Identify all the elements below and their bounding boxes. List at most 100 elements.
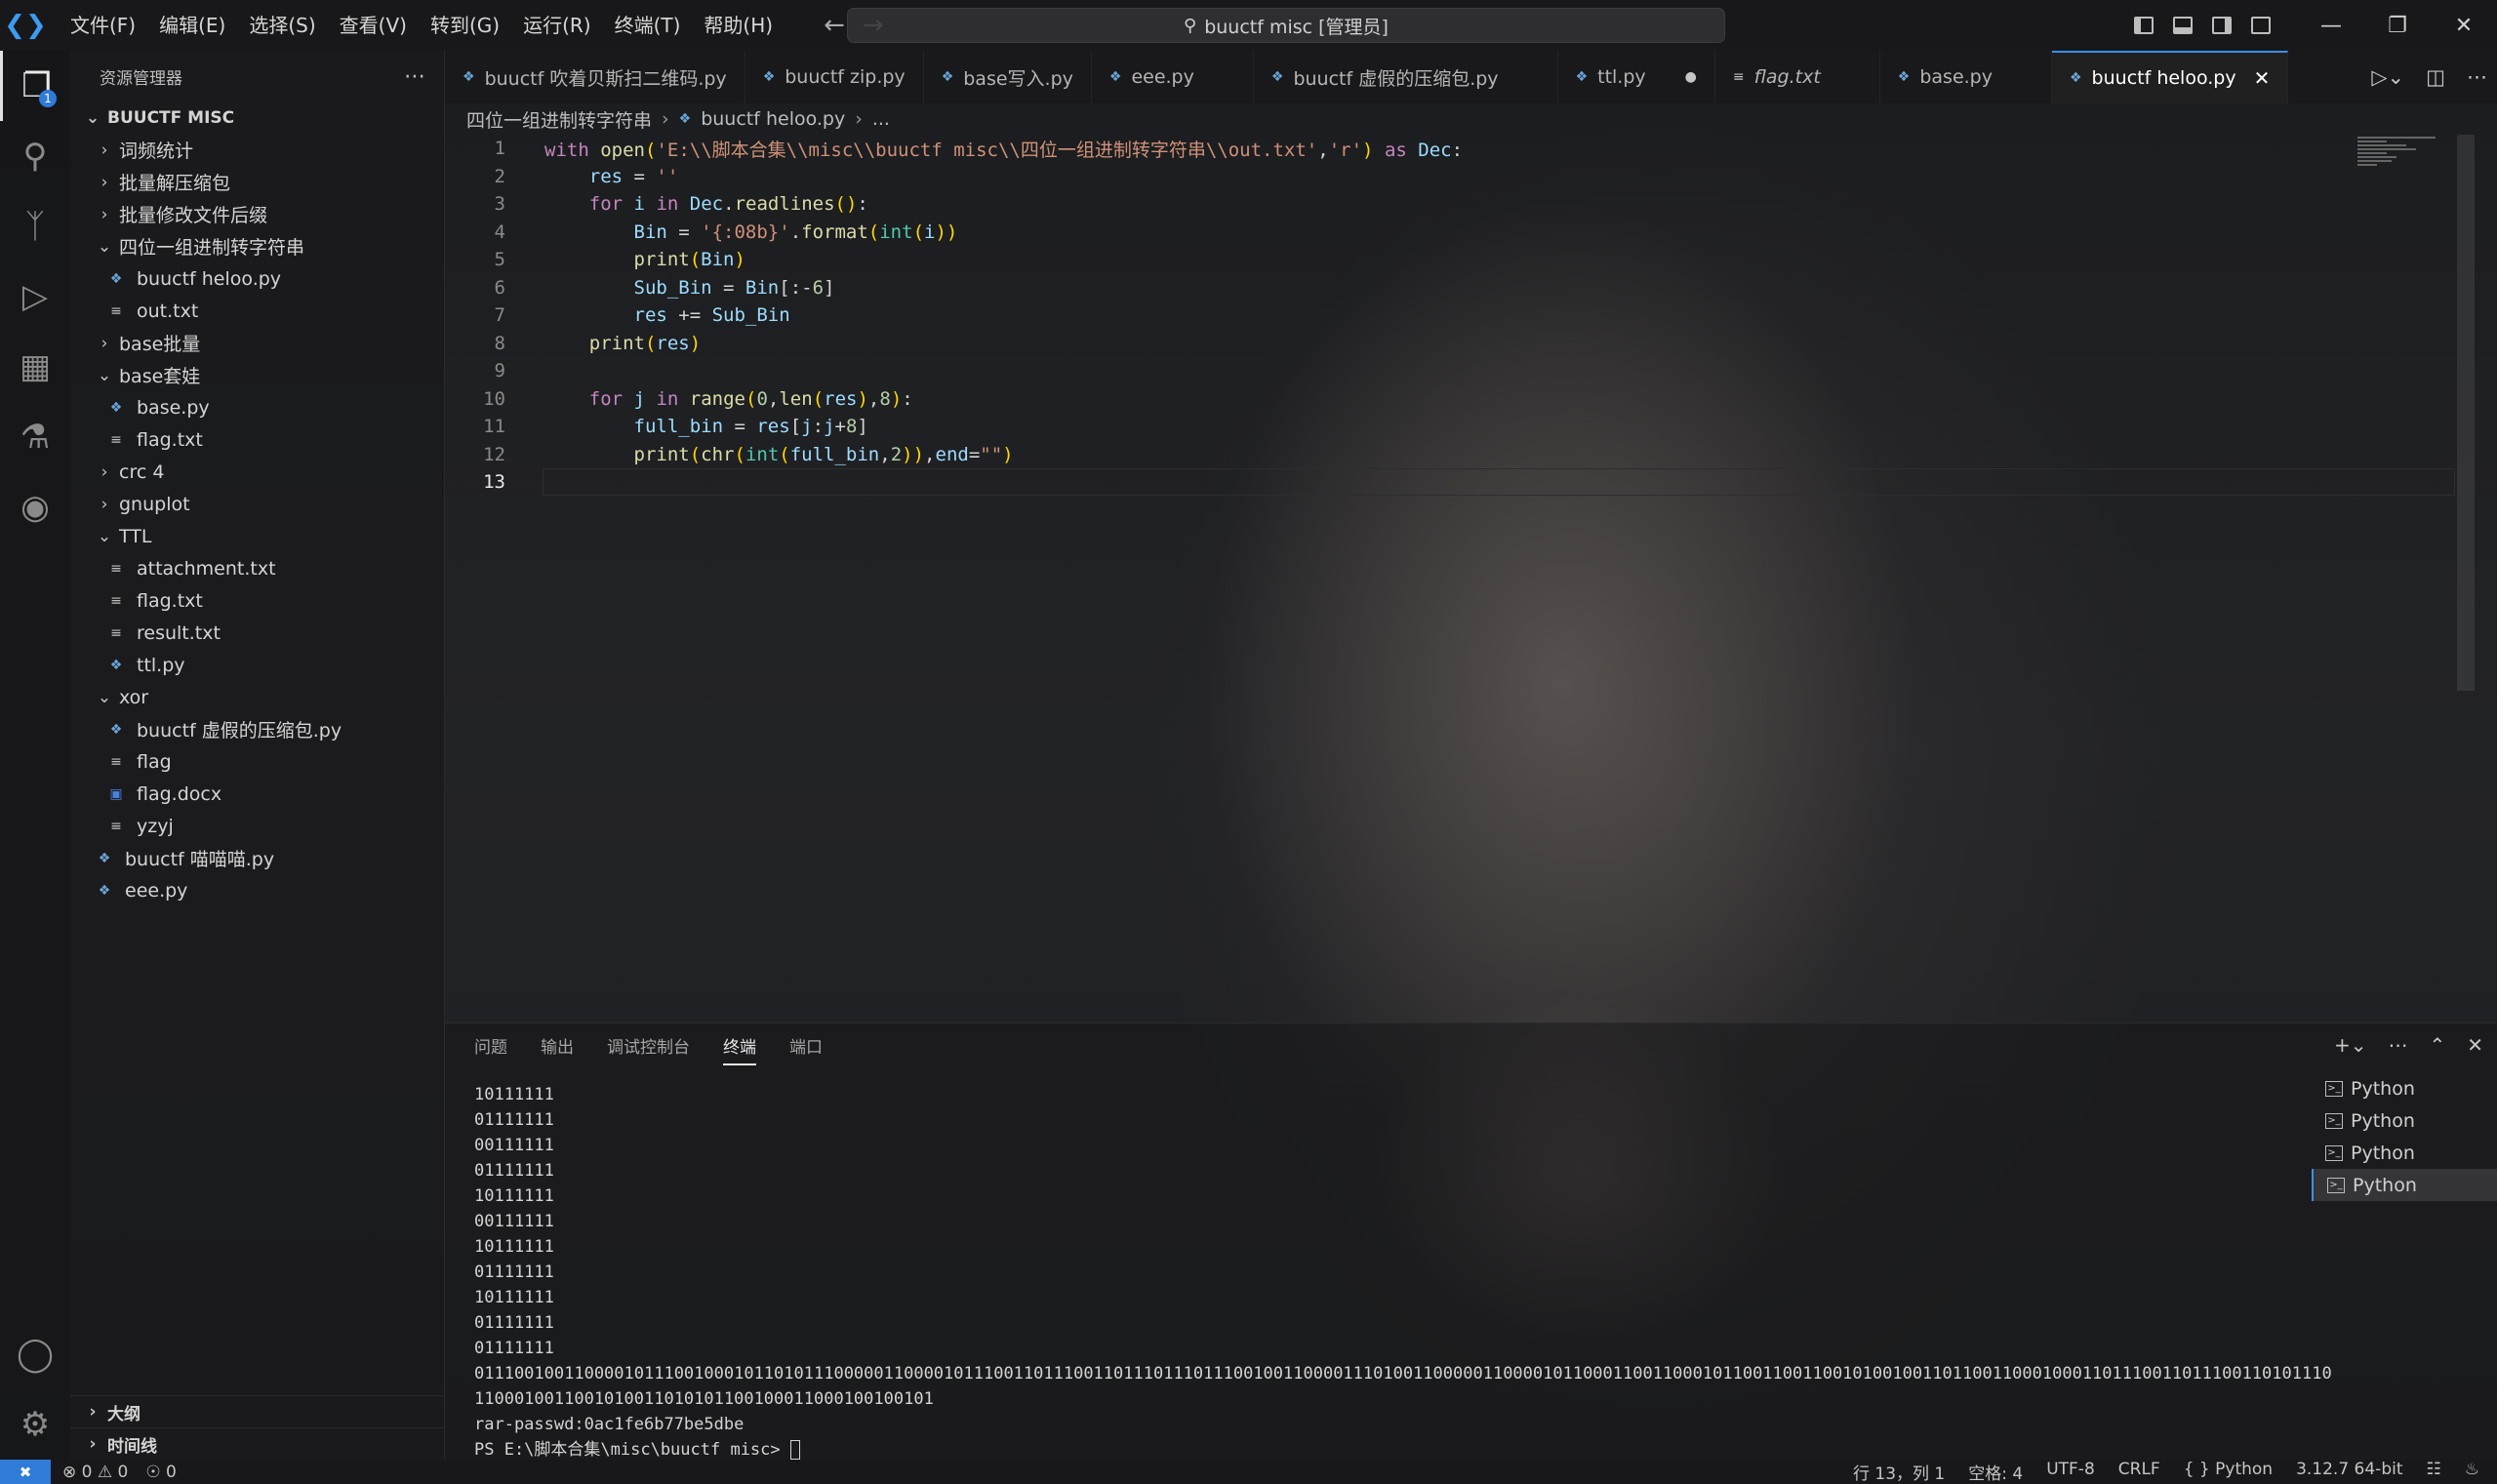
editor-tab[interactable]: ≡ flag.txt xyxy=(1715,51,1880,103)
panel-tab[interactable]: 终端 xyxy=(723,1033,756,1065)
terminal-instance[interactable]: >_ Python xyxy=(2312,1072,2497,1104)
account-icon[interactable]: ◯ xyxy=(0,1319,70,1389)
code-line[interactable]: 8 print(res) xyxy=(445,330,2475,358)
copilot-icon[interactable]: ☷ xyxy=(2427,1460,2441,1484)
menu-item[interactable]: 查看(V) xyxy=(328,0,419,51)
more-actions-icon[interactable]: ⋯ xyxy=(404,64,426,89)
back-arrow-icon[interactable]: ← xyxy=(824,11,845,40)
panel-tab[interactable]: 端口 xyxy=(789,1033,823,1065)
breadcrumb-file[interactable]: buuctf heloo.py xyxy=(701,108,845,130)
command-center[interactable]: ⚲ buuctf misc [管理员] xyxy=(847,8,1725,43)
tree-folder[interactable]: › 批量解压缩包 xyxy=(70,166,444,198)
breadcrumb-folder[interactable]: 四位一组进制转字符串 xyxy=(466,106,652,133)
menu-item[interactable]: 编辑(E) xyxy=(147,0,237,51)
settings-gear-icon[interactable]: ⚙ xyxy=(0,1389,70,1460)
code-line[interactable]: 1 with open('E:\\脚本合集\\misc\\buuctf misc\… xyxy=(445,135,2475,163)
tree-file[interactable]: ≡ result.txt xyxy=(70,617,444,649)
tree-file[interactable]: ≡ flag.txt xyxy=(70,423,444,456)
code-line[interactable]: 6 Sub_Bin = Bin[:-6] xyxy=(445,274,2475,302)
explorer-icon[interactable]: ❐ 1 xyxy=(0,51,70,121)
search-view-icon[interactable]: ⚲ xyxy=(0,121,70,191)
end-of-line[interactable]: CRLF xyxy=(2118,1460,2160,1484)
code-line[interactable]: 2 res = '' xyxy=(445,163,2475,191)
tree-folder[interactable]: › 词频统计 xyxy=(70,134,444,166)
code-line[interactable]: 4 Bin = '{:08b}'.format(int(i)) xyxy=(445,219,2475,247)
unsaved-dot-icon[interactable]: ● xyxy=(1685,69,1697,85)
source-control-icon[interactable]: ᛉ xyxy=(0,191,70,261)
breadcrumb-symbol[interactable]: ... xyxy=(872,108,890,130)
tree-folder[interactable]: › gnuplot xyxy=(70,488,444,520)
code-line[interactable]: 12 print(chr(int(full_bin,2)),end="") xyxy=(445,441,2475,469)
tree-folder[interactable]: ⌄ xor xyxy=(70,681,444,713)
tree-file[interactable]: ▣ flag.docx xyxy=(70,778,444,810)
more-editor-actions-icon[interactable]: ⋯ xyxy=(2467,65,2487,89)
restore-icon[interactable]: ❐ xyxy=(2364,0,2431,51)
cursor-position[interactable]: 行 13，列 1 xyxy=(1853,1460,1945,1484)
minimize-icon[interactable]: — xyxy=(2298,0,2364,51)
close-window-icon[interactable]: ✕ xyxy=(2431,0,2497,51)
more-panel-actions-icon[interactable]: ⋯ xyxy=(2388,1033,2407,1057)
code-line[interactable]: 9 xyxy=(445,357,2475,385)
notifications-bell-icon[interactable]: ♨ xyxy=(2465,1460,2479,1484)
tree-folder[interactable]: › crc 4 xyxy=(70,456,444,488)
tree-folder[interactable]: › 批量修改文件后缀 xyxy=(70,198,444,230)
editor-tab[interactable]: ❖ base写入.py xyxy=(924,51,1092,103)
tree-file[interactable]: ❖ base.py xyxy=(70,391,444,423)
tree-folder[interactable]: ⌄ base套娃 xyxy=(70,359,444,391)
code-line[interactable]: 3 for i in Dec.readlines(): xyxy=(445,190,2475,219)
customize-layout-icon[interactable] xyxy=(2241,0,2280,51)
code-line[interactable]: 5 print(Bin) xyxy=(445,246,2475,274)
panel-tab[interactable]: 问题 xyxy=(474,1033,507,1065)
tree-file[interactable]: ≡ flag.txt xyxy=(70,584,444,617)
tree-file[interactable]: ❖ ttl.py xyxy=(70,649,444,681)
encoding[interactable]: UTF-8 xyxy=(2046,1460,2095,1484)
tree-file[interactable]: ≡ yzyj xyxy=(70,810,444,842)
menu-item[interactable]: 文件(F) xyxy=(59,0,147,51)
tree-file[interactable]: ❖ buuctf 喵喵喵.py xyxy=(70,842,444,874)
editor-tab[interactable]: ❖ ttl.py ● xyxy=(1558,51,1715,103)
ports-status[interactable]: ☉ 0 xyxy=(145,1463,176,1482)
panel-tab[interactable]: 调试控制台 xyxy=(607,1033,690,1065)
problems-status[interactable]: ⊗ 0 ⚠ 0 xyxy=(62,1463,128,1482)
code-line[interactable]: 7 res += Sub_Bin xyxy=(445,301,2475,330)
tree-folder[interactable]: ⌄ 四位一组进制转字符串 xyxy=(70,230,444,262)
new-terminal-icon[interactable]: +⌄ xyxy=(2334,1033,2367,1057)
run-debug-icon[interactable]: ▷ xyxy=(0,261,70,332)
editor-tab[interactable]: ❖ eee.py xyxy=(1092,51,1254,103)
editor-tab[interactable]: ❖ buuctf heloo.py ✕ xyxy=(2051,51,2289,103)
python-interpreter[interactable]: 3.12.7 64-bit xyxy=(2296,1460,2402,1484)
code-line[interactable]: 10 for j in range(0,len(res),8): xyxy=(445,385,2475,414)
editor-tab[interactable]: ❖ base.py xyxy=(1880,51,2052,103)
menu-item[interactable]: 帮助(H) xyxy=(692,0,785,51)
editor-tab[interactable]: ❖ buuctf 虚假的压缩包.py xyxy=(1254,51,1558,103)
toggle-sidebar-icon[interactable] xyxy=(2124,0,2163,51)
extensions-icon[interactable]: ▦ xyxy=(0,332,70,402)
menu-item[interactable]: 转到(G) xyxy=(419,0,511,51)
menu-item[interactable]: 选择(S) xyxy=(237,0,327,51)
code-line[interactable]: 11 full_bin = res[j:j+8] xyxy=(445,413,2475,441)
tree-file[interactable]: ❖ eee.py xyxy=(70,874,444,906)
split-editor-icon[interactable]: ◫ xyxy=(2426,65,2445,89)
terminal-instance[interactable]: >_ Python xyxy=(2312,1104,2497,1137)
tree-file[interactable]: ≡ out.txt xyxy=(70,295,444,327)
tree-file[interactable]: ≡ attachment.txt xyxy=(70,552,444,584)
testing-icon[interactable]: ⚗ xyxy=(0,402,70,472)
github-icon[interactable]: ◉ xyxy=(0,472,70,542)
minimap[interactable] xyxy=(2357,135,2445,174)
code-editor[interactable]: 1 with open('E:\\脚本合集\\misc\\buuctf misc\… xyxy=(445,135,2475,1023)
terminal-output[interactable]: 10111111 01111111 00111111 01111111 10111111… xyxy=(474,1082,2426,1463)
tree-folder[interactable]: › base批量 xyxy=(70,327,444,359)
tree-folder[interactable]: ⌄ TTL xyxy=(70,520,444,552)
close-tab-icon[interactable]: ✕ xyxy=(2254,66,2271,90)
terminal-instance[interactable]: >_ Python xyxy=(2312,1137,2497,1169)
toggle-secondary-sidebar-icon[interactable] xyxy=(2202,0,2241,51)
menu-item[interactable]: 终端(T) xyxy=(603,0,693,51)
remote-icon[interactable]: ✖ xyxy=(0,1460,51,1484)
maximize-panel-icon[interactable]: ⌃ xyxy=(2429,1033,2445,1057)
tree-file[interactable]: ❖ buuctf 虚假的压缩包.py xyxy=(70,713,444,745)
tree-file[interactable]: ≡ flag xyxy=(70,745,444,778)
tree-file[interactable]: ❖ buuctf heloo.py xyxy=(70,262,444,295)
outline-section[interactable]: › 大纲 xyxy=(70,1395,444,1427)
run-python-icon[interactable]: ▷⌄ xyxy=(2371,65,2404,89)
workspace-root[interactable]: ⌄ BUUCTF MISC xyxy=(70,101,444,134)
